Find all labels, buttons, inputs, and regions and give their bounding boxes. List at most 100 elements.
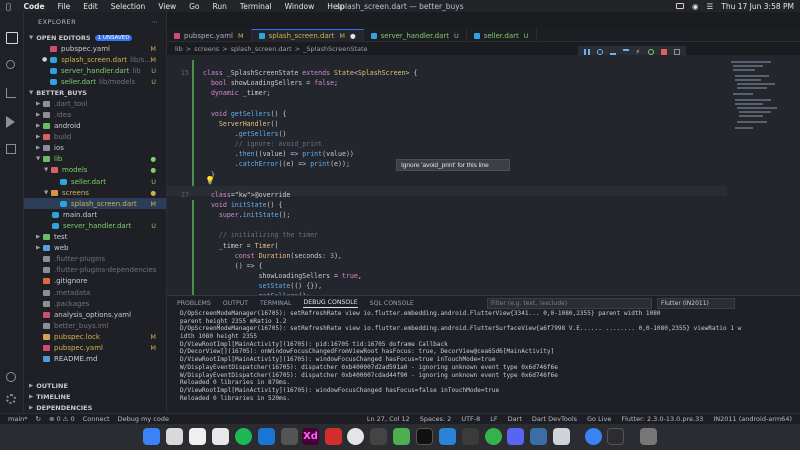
menu-help[interactable]: Help — [327, 2, 344, 11]
finder-icon[interactable] — [143, 428, 160, 445]
tab-splash-screen[interactable]: splash_screen.dart M ● — [251, 29, 364, 42]
tree-item[interactable]: .flutter-plugins-dependencies — [24, 265, 166, 276]
tree-item[interactable]: ▼ models ● — [24, 165, 166, 176]
adobe-xd-icon[interactable]: Xd — [302, 428, 319, 445]
app-icon[interactable] — [485, 428, 502, 445]
tab-problems[interactable]: PROBLEMS — [177, 300, 211, 307]
git-branch[interactable]: main* — [8, 415, 28, 423]
minimap[interactable] — [727, 55, 800, 295]
chrome-icon[interactable] — [347, 428, 364, 445]
app-icon[interactable] — [462, 428, 479, 445]
cursor-position[interactable]: Ln 27, Col 12 — [367, 415, 410, 423]
menubar-clock[interactable]: Thu 17 Jun 3:58 PM — [721, 2, 794, 11]
app-icon[interactable] — [553, 428, 570, 445]
app-icon[interactable] — [530, 428, 547, 445]
wifi-icon[interactable]: ◉ — [692, 2, 699, 11]
tree-item[interactable]: ▼ lib ● — [24, 154, 166, 165]
app-icon[interactable] — [281, 428, 298, 445]
source-control-icon[interactable] — [6, 88, 16, 98]
account-icon[interactable] — [6, 372, 16, 382]
connect-status[interactable]: Connect — [83, 415, 110, 423]
open-editor-item[interactable]: seller.dart lib/models U — [24, 76, 166, 87]
menu-file[interactable]: File — [58, 2, 71, 11]
lightbulb-icon[interactable]: 💡 — [205, 176, 215, 185]
tree-item[interactable]: pubspec.yaml M — [24, 342, 166, 353]
quick-fix-tooltip[interactable]: Ignore 'avoid_print' for this line — [396, 159, 510, 171]
tree-item[interactable]: ▼ screens ● — [24, 187, 166, 198]
battery-icon[interactable] — [675, 3, 684, 9]
word-icon[interactable] — [258, 428, 275, 445]
unsaved-dot-icon[interactable]: ● — [42, 56, 47, 63]
tree-item[interactable]: server_handler.dart U — [24, 220, 166, 231]
apple-icon[interactable]:  — [6, 2, 11, 11]
tree-item[interactable]: ▶ web — [24, 243, 166, 254]
app-icon[interactable] — [325, 428, 342, 445]
project-header[interactable]: ▼ BETTER_BUYS — [24, 87, 166, 98]
run-debug-icon[interactable] — [6, 116, 15, 128]
menu-selection[interactable]: Selection — [111, 2, 146, 11]
tab-terminal[interactable]: TERMINAL — [260, 300, 291, 307]
vscode-icon[interactable] — [439, 428, 456, 445]
menu-terminal[interactable]: Terminal — [240, 2, 272, 11]
debug-status[interactable]: Debug my code — [118, 415, 169, 423]
menu-window[interactable]: Window — [285, 2, 315, 11]
photos-icon[interactable] — [189, 428, 206, 445]
tree-item[interactable]: ▶ ios — [24, 143, 166, 154]
tree-item[interactable]: analysis_options.yaml — [24, 309, 166, 320]
tree-item[interactable]: .metadata — [24, 287, 166, 298]
debug-console-output[interactable]: D/OpScreenModeManager(16705): setRefresh… — [180, 310, 795, 410]
errors-icon[interactable]: ⊗ 0 ⚠ 0 — [49, 415, 75, 423]
crumb-screens[interactable]: screens — [194, 45, 219, 53]
open-editors-header[interactable]: ▼ OPEN EDITORS 1 UNSAVED — [24, 32, 166, 43]
encoding[interactable]: UTF-8 — [461, 415, 480, 423]
tree-item[interactable]: .packages — [24, 298, 166, 309]
explorer-icon[interactable] — [6, 32, 18, 44]
language-mode[interactable]: Dart — [508, 415, 522, 423]
search-icon[interactable] — [6, 60, 15, 69]
tab-debug-console[interactable]: DEBUG CONSOLE — [303, 299, 358, 308]
timeline-section[interactable]: ▶ TIMELINE — [24, 391, 166, 402]
tab-seller[interactable]: seller.dart U — [467, 29, 537, 42]
tab-server-handler[interactable]: server_handler.dart U — [364, 29, 467, 42]
terminal-icon[interactable] — [416, 428, 433, 445]
device-status[interactable]: IN2011 (android-arm64) — [713, 415, 792, 423]
dependencies-section[interactable]: ▶ DEPENDENCIES — [24, 402, 166, 413]
crumb-file[interactable]: splash_screen.dart — [231, 45, 292, 53]
flutter-version[interactable]: Flutter: 2.3.0-13.0.pre.33 — [621, 415, 703, 423]
tree-item[interactable]: ▶ android — [24, 121, 166, 132]
discord-icon[interactable] — [507, 428, 524, 445]
menu-app-name[interactable]: Code — [24, 2, 45, 11]
line-ending[interactable]: LF — [490, 415, 497, 423]
menu-view[interactable]: View — [158, 2, 176, 11]
menu-go[interactable]: Go — [189, 2, 199, 11]
trash-icon[interactable] — [640, 428, 657, 445]
indent-setting[interactable]: Spaces: 2 — [420, 415, 452, 423]
tree-item-selected[interactable]: splash_screen.dart M — [24, 198, 166, 210]
app-icon[interactable] — [370, 428, 387, 445]
tab-output[interactable]: OUTPUT — [223, 300, 248, 307]
tree-item[interactable]: pubspec.lock M — [24, 331, 166, 342]
open-editor-item[interactable]: pubspec.yaml M — [24, 43, 166, 54]
sync-icon[interactable]: ↻ — [36, 415, 41, 423]
tree-item[interactable]: README.md — [24, 354, 166, 365]
tree-item[interactable]: ▶ build — [24, 132, 166, 143]
crumb-lib[interactable]: lib — [175, 45, 183, 53]
extensions-icon[interactable] — [6, 144, 16, 154]
console-filter-input[interactable]: Filter (e.g. text, !exclude) — [487, 298, 652, 309]
tab-pubspec[interactable]: pubspec.yaml M — [167, 29, 252, 42]
open-editor-item[interactable]: ● splash_screen.dart lib/s... M — [24, 54, 166, 65]
go-live[interactable]: Go Live — [587, 415, 611, 423]
open-editor-item[interactable]: server_handler.dart lib U — [24, 65, 166, 76]
spotify-icon[interactable] — [235, 428, 252, 445]
app-icon[interactable] — [607, 428, 624, 445]
tree-item[interactable]: better_buys.iml — [24, 320, 166, 331]
control-center-icon[interactable]: ☰ — [707, 2, 714, 11]
app-icon[interactable] — [585, 428, 602, 445]
launchpad-icon[interactable] — [166, 428, 183, 445]
unsaved-dot-icon[interactable]: ● — [350, 32, 356, 40]
tree-item[interactable]: .gitignore — [24, 276, 166, 287]
tree-item[interactable]: seller.dart U — [24, 176, 166, 187]
dart-devtools[interactable]: Dart DevTools — [532, 415, 577, 423]
code-editor[interactable]: 15 class _SplashScreenState extends State… — [167, 55, 727, 295]
outline-section[interactable]: ▶ OUTLINE — [24, 380, 166, 391]
